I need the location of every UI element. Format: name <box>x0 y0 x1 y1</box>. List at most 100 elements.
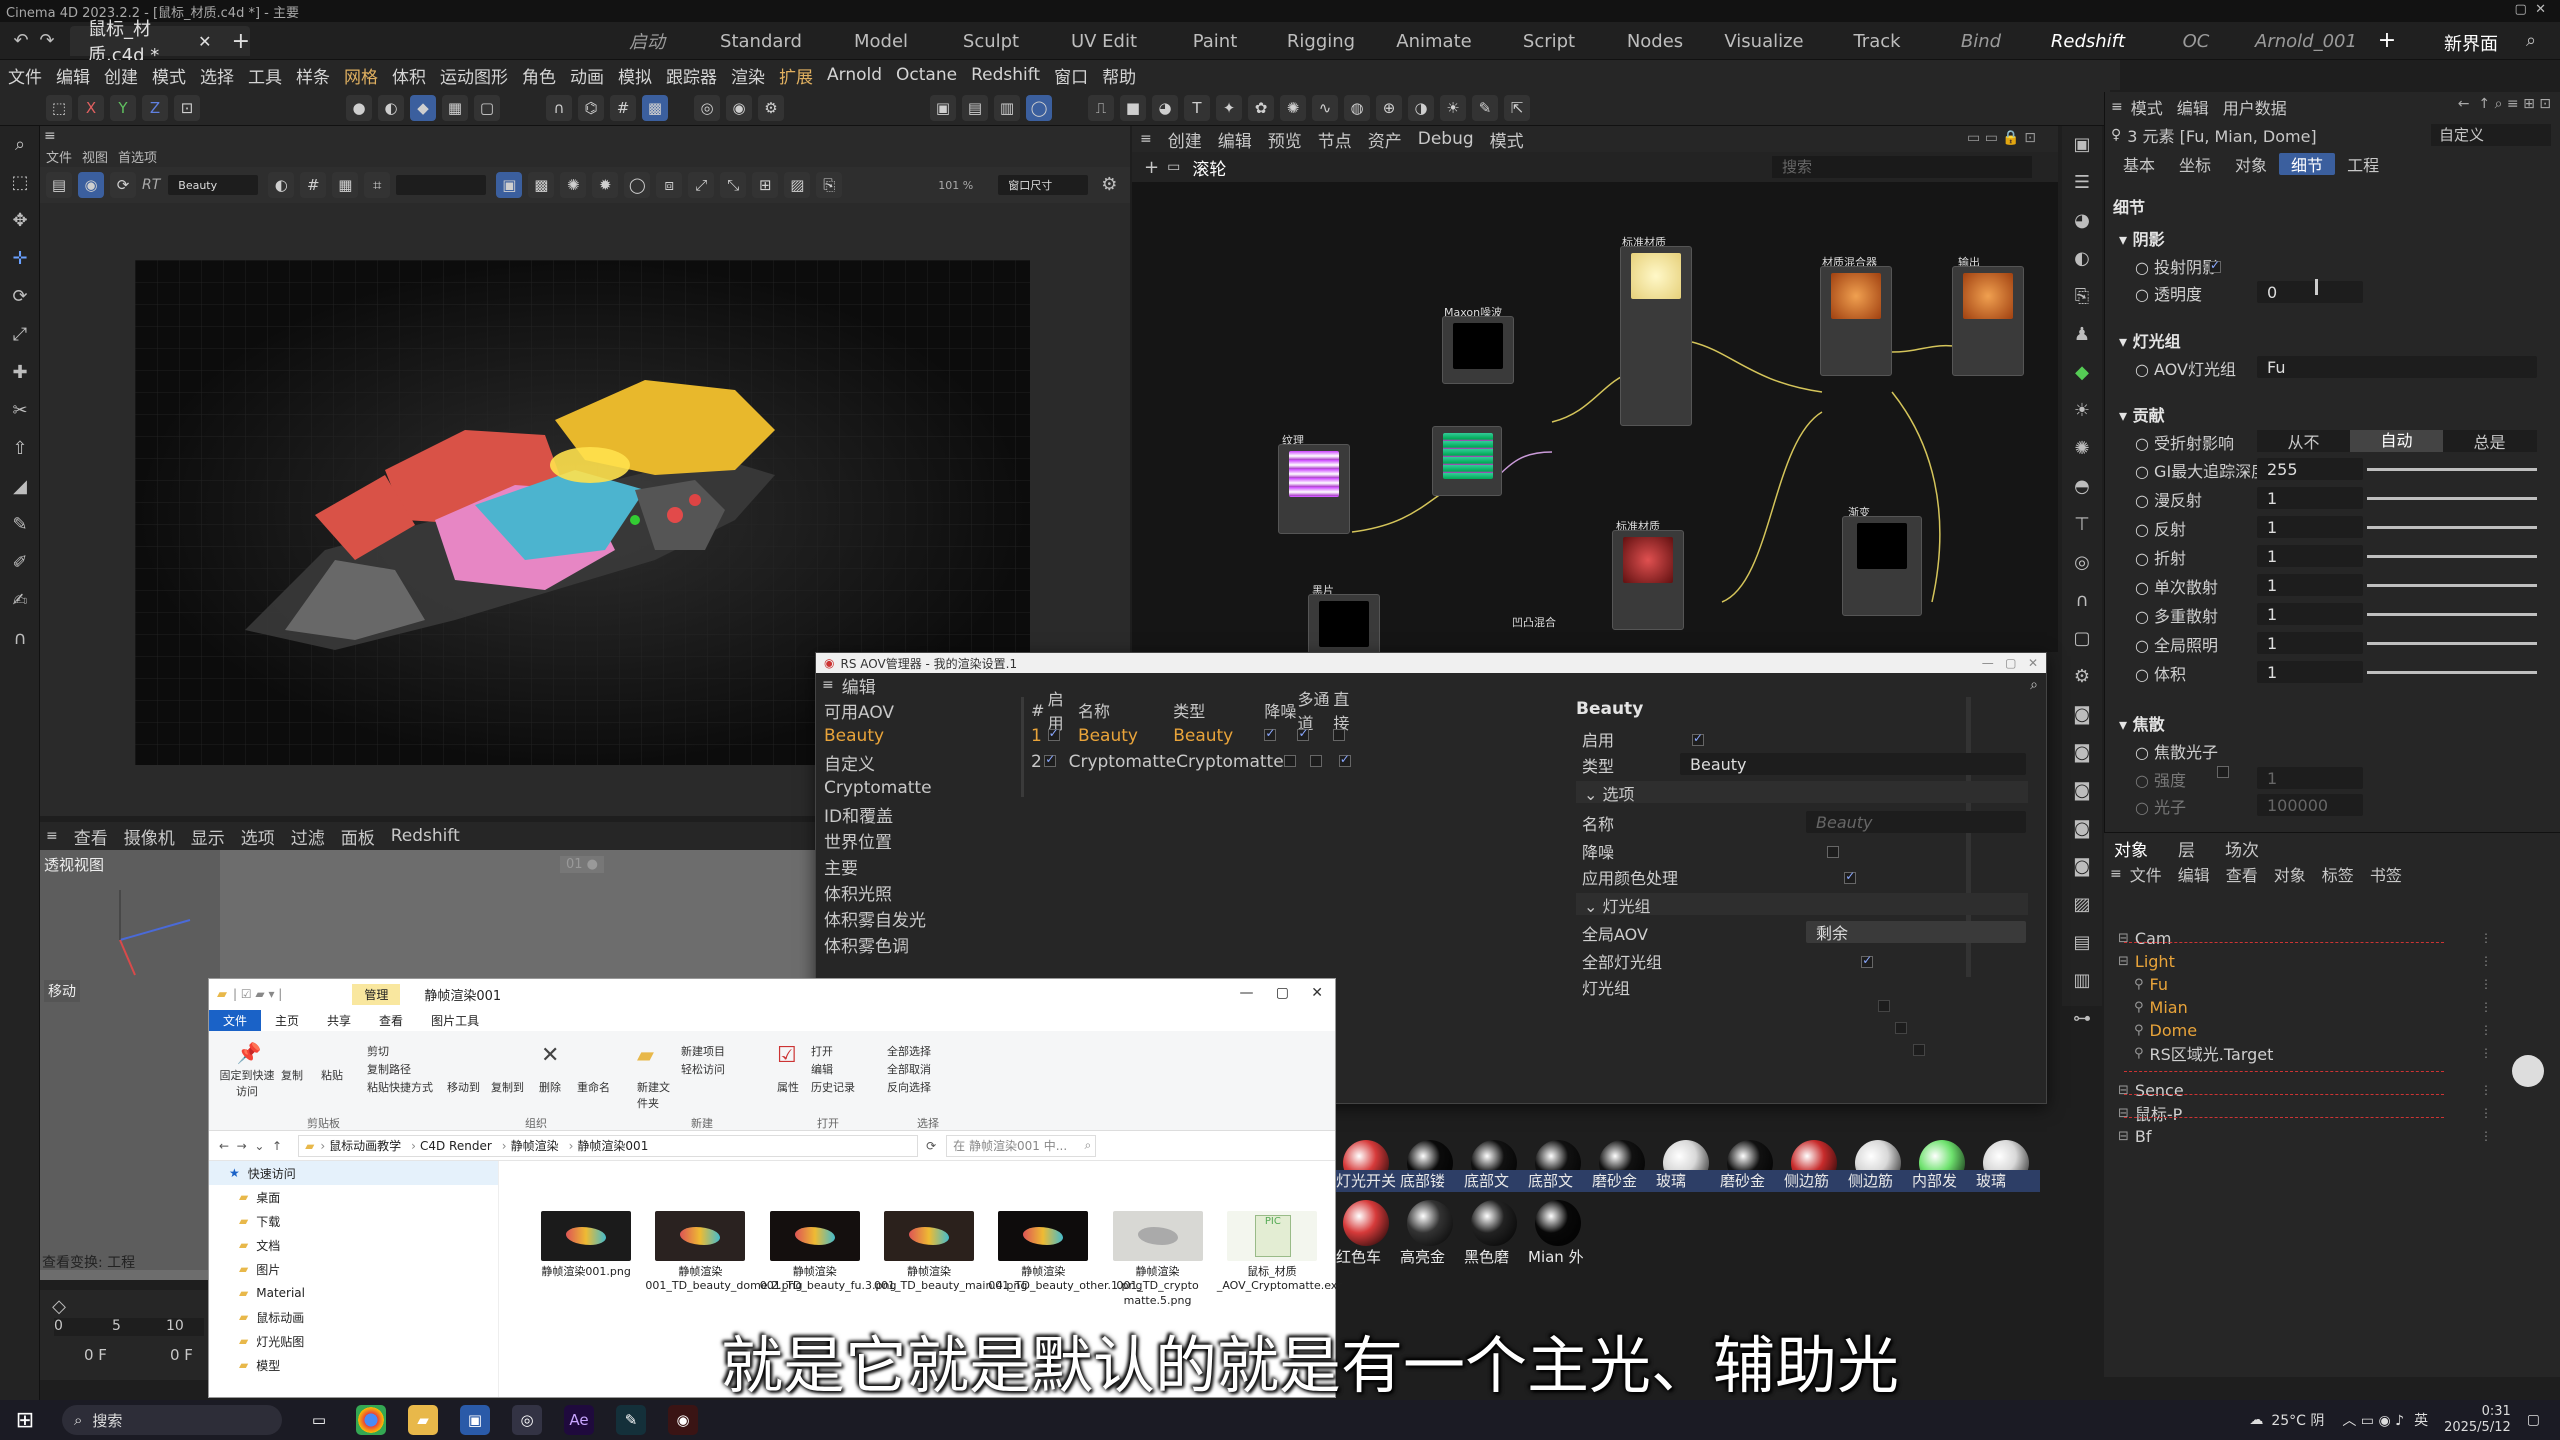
material-swatch[interactable]: 玻璃 <box>1656 1140 1720 1192</box>
node-blend[interactable] <box>1432 426 1502 496</box>
file-item[interactable]: 静帧渲染001.png <box>529 1211 643 1279</box>
aov-denoise-checkbox[interactable] <box>1827 846 1840 858</box>
aov-multipass-checkbox[interactable] <box>1310 755 1323 767</box>
aov-col-header-4[interactable]: 降噪 <box>1264 698 1297 722</box>
magnet-icon[interactable]: ∩ <box>7 626 33 652</box>
caustic-photon-checkbox[interactable] <box>2217 766 2229 778</box>
explorer-sidebar-item[interactable]: ★ 快速访问 <box>209 1161 498 1185</box>
undo-icon[interactable]: ↶ <box>8 28 34 54</box>
text-button[interactable]: T <box>1184 94 1210 121</box>
image-icon[interactable]: ▨ <box>2069 892 2095 918</box>
aov-lightgroup-dome-checkbox[interactable] <box>1912 1044 1925 1056</box>
material-swatch[interactable]: 黑色磨 <box>1464 1200 1528 1268</box>
weather-label[interactable]: 25°C 阴 <box>2271 1410 2324 1430</box>
aov-menu-edit[interactable]: 编辑 <box>842 673 876 698</box>
contrib-field-0[interactable]: 255 <box>2257 458 2363 480</box>
caustics-title[interactable]: ▾ 焦散 <box>2119 711 2165 735</box>
material-swatch[interactable]: 磨砂金 <box>1720 1140 1784 1192</box>
nav-arrows[interactable]: ← → ⌄ ↑ <box>219 1139 282 1153</box>
axis-y-button[interactable]: Y <box>110 94 136 121</box>
camera-2-icon[interactable]: ◙ <box>2069 740 2095 766</box>
material-swatch[interactable]: 侧边筋 <box>1848 1140 1912 1192</box>
layout-tab-11[interactable]: Track <box>1822 22 1932 60</box>
add-tab-icon[interactable]: + <box>232 29 250 54</box>
menu-item-0[interactable]: 文件 <box>8 63 42 88</box>
edges-mode-button[interactable]: ◐ <box>378 94 404 121</box>
coordinate-system-button[interactable]: ⊡ <box>174 94 200 121</box>
close-tab-icon[interactable]: ✕ <box>198 32 211 51</box>
material-swatch[interactable]: 底部镂 <box>1400 1140 1464 1192</box>
aov-available-item[interactable]: 体积雾色调 <box>816 931 1021 957</box>
node-standard-material[interactable] <box>1620 246 1692 426</box>
aov-row-denoise[interactable] <box>1264 726 1297 746</box>
aov-available-item[interactable]: Beauty <box>816 723 1021 749</box>
lightgroup-title[interactable]: ▾ 灯光组 <box>2119 328 2181 352</box>
attr-menu-mode[interactable]: 模式 <box>2131 95 2163 119</box>
layout-tab-8[interactable]: Script <box>1494 22 1604 60</box>
contrib-field-6[interactable]: 1 <box>2257 632 2363 654</box>
aov-table-row[interactable]: 2 CryptomatteCryptomatte <box>1031 749 1361 775</box>
tray-icons[interactable]: ︿ ▭ ◉ ♪ <box>2342 1410 2404 1430</box>
aov-row-denoise[interactable] <box>1283 752 1311 772</box>
cube-button[interactable]: ■ <box>1120 94 1146 121</box>
attr-tab-3[interactable]: 细节 <box>2279 153 2336 175</box>
pin-quick-access-button[interactable]: 固定到快速访问 <box>217 1067 277 1099</box>
aov-preset-select[interactable]: Beauty <box>168 175 259 195</box>
menu-item-18[interactable]: Redshift <box>971 65 1040 85</box>
obj-menu-1[interactable]: 编辑 <box>2178 862 2210 886</box>
texture-mode-button[interactable]: ▢ <box>474 94 500 121</box>
layout-tab-15[interactable]: Arnold_001 <box>2246 22 2366 60</box>
explorer-window-controls[interactable]: — ▢ ✕ <box>1240 985 1323 1001</box>
explorer-sidebar-item[interactable]: ▰ 鼠标动画 <box>209 1305 498 1329</box>
node-standard-material-2[interactable] <box>1612 530 1684 630</box>
aov-direct-checkbox[interactable] <box>1338 752 1351 767</box>
settings-gear-icon[interactable]: ⚙ <box>1096 172 1122 198</box>
fit-select[interactable]: 窗口尺寸 <box>998 175 1089 195</box>
material-swatch[interactable]: 灯光开关 <box>1336 1140 1400 1192</box>
explorer-sidebar-item[interactable]: ▰ 灯光贴图 <box>209 1329 498 1353</box>
layout-tab-5[interactable]: Paint <box>1162 22 1268 60</box>
object-row-5[interactable]: ⚲ RS区域光.Target ⋮ <box>2114 1042 2554 1064</box>
menu-item-1[interactable]: 编辑 <box>56 63 90 88</box>
refresh-icon[interactable]: ⟳ <box>926 1139 936 1153</box>
display-icon[interactable]: ◐ <box>268 172 295 198</box>
material-swatch[interactable]: 玻璃 <box>1976 1140 2040 1192</box>
transparency-field[interactable]: 0 <box>2257 281 2363 303</box>
obj-menu-5[interactable]: 书签 <box>2370 862 2402 886</box>
grid-snap-button[interactable]: # <box>610 94 636 121</box>
camera-5-icon[interactable]: ◙ <box>2069 854 2095 880</box>
aov-row-multipass[interactable] <box>1310 752 1339 772</box>
aov-lightgroup-fu-checkbox[interactable] <box>1878 1000 1891 1012</box>
scale-tool-icon[interactable]: ⤢ <box>7 322 33 348</box>
rename-button[interactable]: 重命名 <box>577 1079 610 1095</box>
node-graph-canvas[interactable]: 标准材质 Maxon噪波 材质混合器 输出 纹理 标准材质 渐变 黑片 凹凸混合 <box>1132 182 2058 652</box>
explorer-sidebar-item[interactable]: ▰ Material <box>209 1281 498 1305</box>
attr-tab-2[interactable]: 对象 <box>2223 153 2279 175</box>
aov-lightgroups-section[interactable]: ⌄ 灯光组 <box>1576 893 2028 916</box>
node-gradient[interactable] <box>1842 516 1922 616</box>
attr-tab-1[interactable]: 坐标 <box>2167 153 2223 175</box>
avatar[interactable] <box>2512 1055 2544 1087</box>
transform-icon[interactable]: ✚ <box>7 360 33 386</box>
explorer-tab-0[interactable]: 文件 <box>209 1009 262 1031</box>
node-search-input[interactable]: 搜索 <box>1772 156 2032 178</box>
environment-button[interactable]: ◑ <box>1408 94 1434 121</box>
grid-icon[interactable]: # <box>300 172 327 198</box>
explorer-sidebar-item[interactable]: ▰ 图片 <box>209 1257 498 1281</box>
explorer-search-input[interactable]: 在 静帧渲染001 中... ⌕ <box>946 1134 1097 1157</box>
search-icon[interactable]: ⌕ <box>7 132 33 158</box>
layout-tab-10[interactable]: Visualize <box>1706 22 1822 60</box>
axis-z-button[interactable]: Z <box>142 94 168 121</box>
menu-handle-icon[interactable]: ≡ <box>46 828 58 844</box>
render-icon[interactable]: ▣ <box>2069 132 2095 158</box>
region-icon[interactable]: ▣ <box>496 172 523 198</box>
open-button[interactable]: 打开 <box>811 1043 833 1059</box>
aov-col-header-2[interactable]: 名称 <box>1078 698 1173 722</box>
node-texture[interactable] <box>1278 444 1350 534</box>
fit-icon[interactable]: ⤢ <box>688 172 715 198</box>
contrib-field-7[interactable]: 1 <box>2257 661 2363 683</box>
layout-tab-7[interactable]: Animate <box>1374 22 1494 60</box>
points-mode-button[interactable]: ● <box>346 94 372 121</box>
copy-button[interactable]: 复制 <box>281 1067 303 1083</box>
aov-col-header-3[interactable]: 类型 <box>1173 698 1264 722</box>
